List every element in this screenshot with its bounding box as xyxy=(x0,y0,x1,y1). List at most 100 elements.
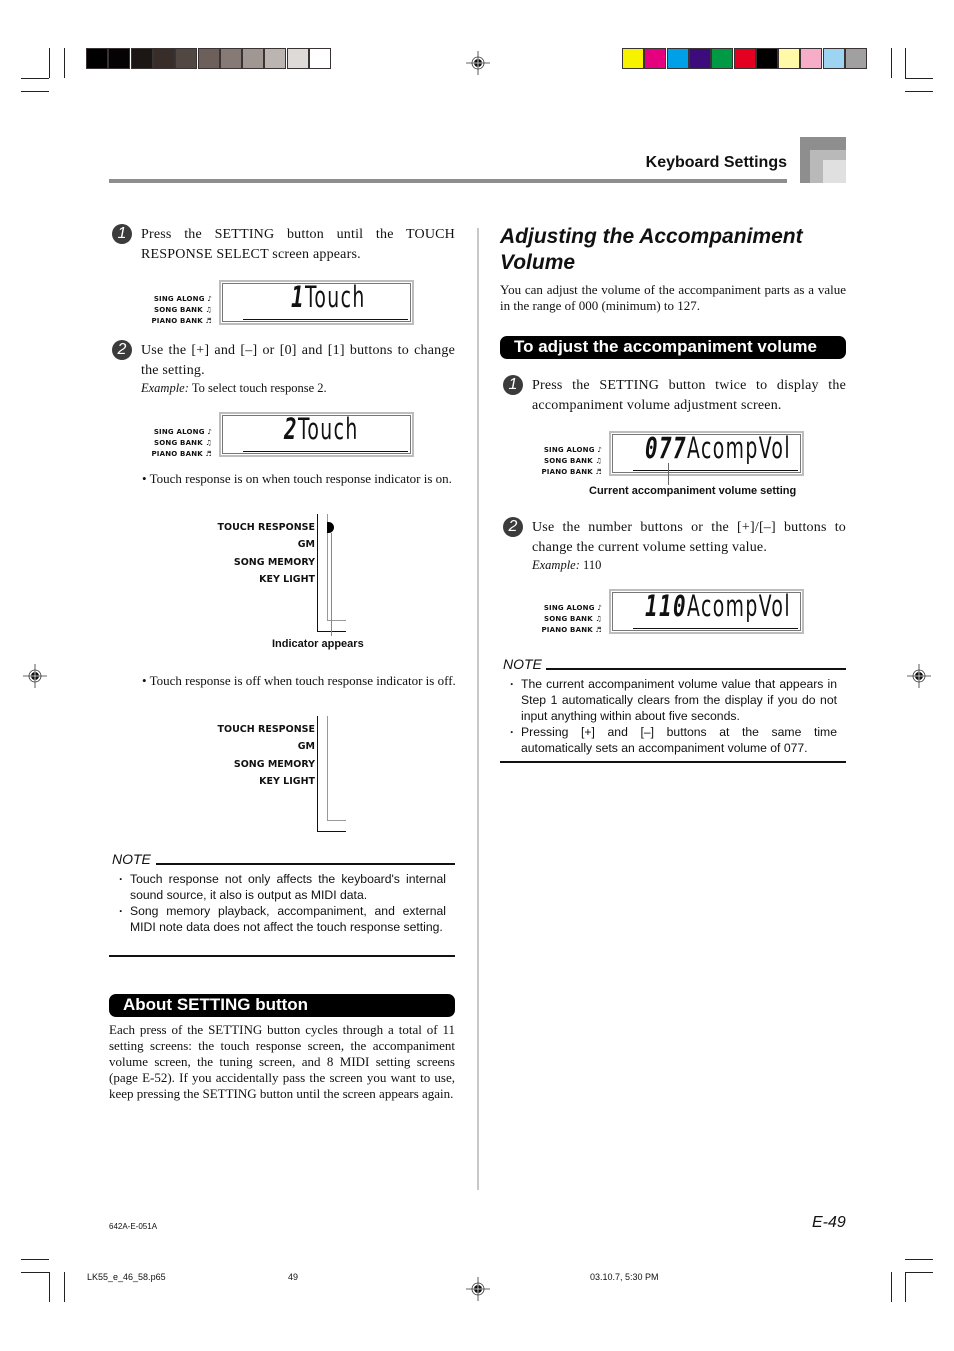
note-item: Pressing [+] and [–] buttons at the same… xyxy=(509,724,837,756)
gray-swatch xyxy=(152,48,175,69)
crop-mark xyxy=(905,78,933,79)
crop-mark xyxy=(21,1259,49,1260)
example-text: Example: 110 xyxy=(532,558,602,572)
crop-mark xyxy=(891,48,892,78)
color-swatch xyxy=(755,48,778,69)
bullet-touch-off: • Touch response is off when touch respo… xyxy=(142,673,456,688)
gray-swatch xyxy=(309,48,331,69)
section-heading-about-setting: About SETTING button xyxy=(109,994,455,1017)
note-rule xyxy=(156,863,455,865)
lcd-mode-labels: SING ALONG ♪ SONG BANK ♫ PIANO BANK ♬ xyxy=(541,604,602,634)
gray-swatch xyxy=(108,48,131,69)
color-swatch xyxy=(778,48,801,69)
file-name: LK55_e_46_58.p65 xyxy=(87,1272,166,1282)
note-body: The current accompaniment volume value t… xyxy=(509,676,837,756)
note-heading: NOTE xyxy=(112,851,151,867)
crop-mark xyxy=(905,91,933,92)
registration-mark-icon xyxy=(466,1277,490,1301)
callout-line xyxy=(331,533,332,636)
lcd-message: AcompVol xyxy=(687,431,792,465)
display-edge xyxy=(317,514,318,632)
color-swatch xyxy=(711,48,734,69)
color-swatch xyxy=(622,48,644,69)
indicator-caption: Indicator appears xyxy=(272,638,364,650)
lcd-display: 077AcompVol xyxy=(609,431,804,476)
display-edge-inner xyxy=(327,716,328,821)
crop-mark xyxy=(21,91,49,92)
bullet-touch-on: • Touch response is on when touch respon… xyxy=(142,471,452,486)
note-body: Touch response not only affects the keyb… xyxy=(118,871,446,935)
display-edge xyxy=(317,831,346,832)
color-swatch xyxy=(845,48,867,69)
document-code: 642A-E-051A xyxy=(109,1222,158,1231)
note-item: The current accompaniment volume value t… xyxy=(509,676,837,724)
gray-swatch xyxy=(242,48,265,69)
crop-mark xyxy=(49,48,50,78)
crop-mark xyxy=(905,48,906,78)
lcd-number: 2 xyxy=(284,412,299,446)
note-rule xyxy=(546,668,846,670)
crop-mark xyxy=(64,48,65,78)
lcd-number: 110 xyxy=(645,589,688,623)
crop-mark xyxy=(905,1272,933,1273)
lcd-mode-labels: SING ALONG ♪ SONG BANK ♫ PIANO BANK ♬ xyxy=(151,428,212,458)
note-item: Touch response not only affects the keyb… xyxy=(118,871,446,903)
color-swatch xyxy=(800,48,823,69)
step-number-badge: 1 xyxy=(112,224,132,244)
callout-line xyxy=(668,463,669,485)
indicator-labels: TOUCH RESPONSE GM SONG MEMORY KEY LIGHT xyxy=(217,724,315,787)
example-text: Example: To select touch response 2. xyxy=(141,381,327,395)
crop-mark xyxy=(891,1272,892,1302)
color-swatch xyxy=(822,48,845,69)
header-rule xyxy=(109,179,787,183)
crop-mark xyxy=(905,1272,906,1302)
step-1-text: Press the SETTING button twice to displa… xyxy=(532,378,846,413)
section-header-title: Keyboard Settings xyxy=(645,154,787,171)
gray-swatch xyxy=(86,48,108,69)
lcd-mode-labels: SING ALONG ♪ SONG BANK ♫ PIANO BANK ♬ xyxy=(541,446,602,476)
display-edge-inner xyxy=(327,620,346,621)
lcd-message: Touch xyxy=(305,280,366,314)
crop-mark xyxy=(21,1272,49,1273)
gray-swatch xyxy=(286,48,309,69)
color-swatch xyxy=(666,48,689,69)
note-rule xyxy=(109,955,455,957)
column-divider xyxy=(477,228,479,1190)
note-heading: NOTE xyxy=(503,656,542,672)
about-setting-paragraph: Each press of the SETTING button cycles … xyxy=(109,1022,455,1101)
registration-mark-icon xyxy=(466,51,490,75)
step-1-text: Press the SETTING button until the TOUCH… xyxy=(141,227,455,262)
gray-swatch xyxy=(264,48,287,69)
crop-mark xyxy=(64,1272,65,1302)
color-swatch xyxy=(644,48,667,69)
step-number-badge: 2 xyxy=(503,517,523,537)
note-item: Song memory playback, accompaniment, and… xyxy=(118,903,446,935)
gray-swatch xyxy=(219,48,242,69)
color-swatch xyxy=(733,48,756,69)
color-swatch xyxy=(688,48,711,69)
crop-mark xyxy=(49,1272,50,1302)
gray-swatch xyxy=(175,48,198,69)
lcd-message: Touch xyxy=(298,412,359,446)
registration-mark-icon xyxy=(23,664,47,688)
gray-swatch xyxy=(130,48,153,69)
registration-mark-icon xyxy=(907,664,931,688)
step-number-badge: 1 xyxy=(503,375,523,395)
crop-mark xyxy=(21,78,49,79)
step-number-badge: 2 xyxy=(112,340,132,360)
lcd-mode-labels: SING ALONG ♪ SONG BANK ♫ PIANO BANK ♬ xyxy=(151,295,212,325)
crop-mark xyxy=(905,1259,933,1260)
indicator-labels: TOUCH RESPONSE GM SONG MEMORY KEY LIGHT xyxy=(217,522,315,585)
display-edge-inner xyxy=(327,820,346,821)
touch-response-indicator-icon xyxy=(327,522,334,533)
lcd-display: 2Touch xyxy=(219,412,414,457)
display-edge xyxy=(317,716,318,832)
page-title: Adjusting the Accompaniment Volume xyxy=(500,225,803,274)
display-caption: Current accompaniment volume setting xyxy=(589,485,797,497)
step-2-text: Use the [+] and [–] or [0] and [1] butto… xyxy=(141,343,455,378)
lcd-number: 077 xyxy=(645,431,688,465)
lcd-display: 1Touch xyxy=(219,280,414,325)
note-rule xyxy=(500,761,846,763)
header-tab-decoration xyxy=(823,160,846,183)
intro-paragraph: You can adjust the volume of the accompa… xyxy=(500,282,846,313)
